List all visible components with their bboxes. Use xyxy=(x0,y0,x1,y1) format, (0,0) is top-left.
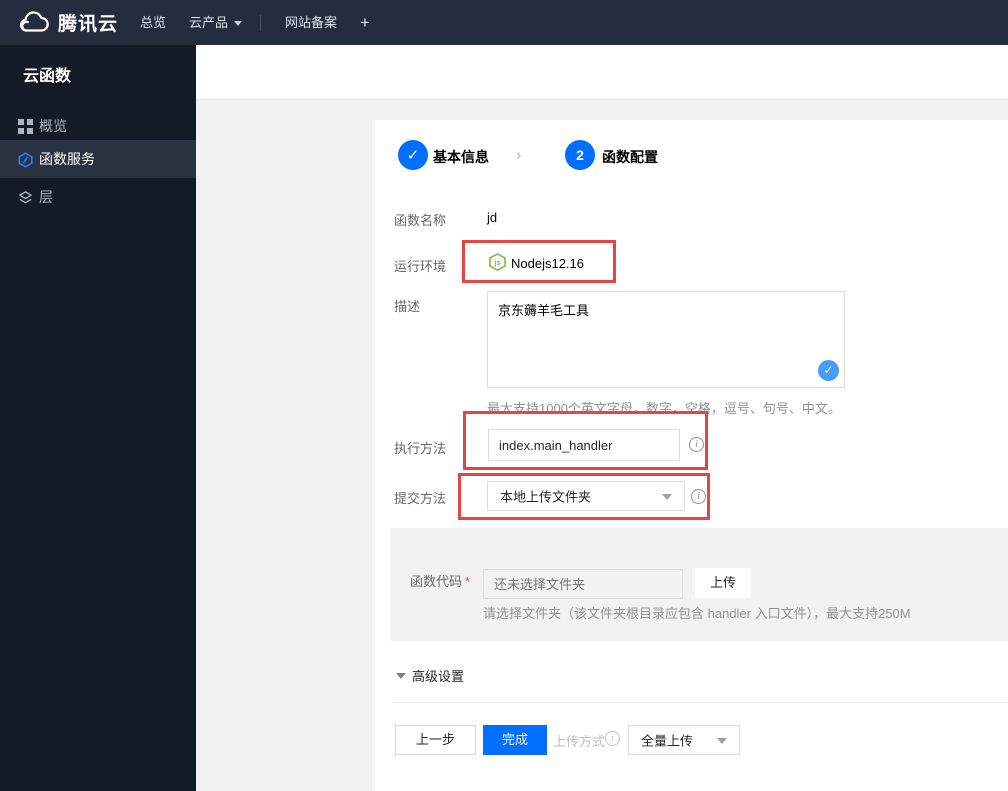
triangle-down-icon xyxy=(396,672,406,679)
function-code-label: 函数代码 * xyxy=(410,574,471,589)
svg-text:js: js xyxy=(493,258,500,267)
tencent-cloud-logo-icon xyxy=(19,10,49,32)
handler-input[interactable] xyxy=(488,429,680,461)
required-asterisk: * xyxy=(465,574,471,589)
upload-mode-value: 全量上传 xyxy=(641,733,694,749)
previous-step-button[interactable]: 上一步 xyxy=(395,725,476,755)
grid-icon xyxy=(18,118,33,134)
step2-number-badge: 2 xyxy=(565,140,595,170)
finish-button[interactable]: 完成 xyxy=(483,725,547,755)
top-navbar: 腾讯云 总览 云产品 网站备案 + xyxy=(0,0,1008,45)
nav-divider xyxy=(260,15,261,31)
layers-icon xyxy=(18,190,33,205)
handler-info-icon[interactable] xyxy=(689,437,704,452)
sidebar-item-label: 概览 xyxy=(39,118,67,134)
description-hint: 最大支持1000个英文字母，数字，空格，逗号、句号、中文。 xyxy=(487,401,841,416)
step2-label: 函数配置 xyxy=(602,149,658,165)
sidebar-title: 云函数 xyxy=(23,68,72,85)
nav-icp-record[interactable]: 网站备案 xyxy=(285,0,337,45)
nav-overview[interactable]: 总览 xyxy=(140,0,166,45)
scf-hexagon-icon xyxy=(18,151,33,168)
description-label: 描述 xyxy=(394,299,421,314)
brand-name: 腾讯云 xyxy=(58,14,119,35)
footer-divider xyxy=(393,702,1008,703)
nodejs-icon: js xyxy=(489,253,506,271)
runtime-label: 运行环境 xyxy=(394,259,447,274)
nav-add-button[interactable]: + xyxy=(360,0,370,45)
upload-mode-label: 上传方式 xyxy=(553,734,606,749)
sidebar-item-layers[interactable]: 层 xyxy=(0,178,196,216)
folder-path-input[interactable] xyxy=(483,569,683,599)
function-name-label: 函数名称 xyxy=(394,213,447,228)
submit-method-select[interactable]: 本地上传文件夹 xyxy=(487,481,685,511)
advanced-settings-toggle[interactable]: 高级设置 xyxy=(396,666,464,685)
chevron-down-icon xyxy=(234,21,243,27)
function-name-value: jd xyxy=(487,210,498,225)
upload-button[interactable]: 上传 xyxy=(695,568,751,598)
nav-cloud-products[interactable]: 云产品 xyxy=(189,0,243,45)
valid-check-icon xyxy=(818,360,839,381)
submit-method-value: 本地上传文件夹 xyxy=(500,489,592,505)
submit-method-label: 提交方法 xyxy=(394,491,447,506)
handler-label: 执行方法 xyxy=(394,441,447,456)
runtime-value: Nodejs12.16 xyxy=(511,256,584,271)
description-textarea[interactable]: 京东薅羊毛工具 xyxy=(487,291,845,388)
step1-done-check-icon xyxy=(398,140,428,170)
submit-method-info-icon[interactable] xyxy=(691,489,706,504)
description-value: 京东薅羊毛工具 xyxy=(498,303,590,318)
dropdown-arrow-icon xyxy=(717,738,727,744)
dropdown-arrow-icon xyxy=(662,494,672,500)
upload-mode-info-icon[interactable] xyxy=(605,731,620,746)
brand[interactable]: 腾讯云 xyxy=(14,0,118,45)
sidebar-item-label: 层 xyxy=(39,189,53,205)
sidebar-item-label: 函数服务 xyxy=(39,151,95,167)
form-card xyxy=(375,120,1008,791)
advanced-settings-label: 高级设置 xyxy=(412,669,465,684)
sidebar: 云函数 概览 函数服务 层 xyxy=(0,45,196,791)
page-header xyxy=(196,45,1008,100)
step-separator-chevron-icon xyxy=(516,145,522,165)
sidebar-item-function-service[interactable]: 函数服务 xyxy=(0,140,196,178)
step1-label: 基本信息 xyxy=(433,149,489,165)
upload-mode-select[interactable]: 全量上传 xyxy=(628,725,740,755)
function-code-hint: 请选择文件夹（该文件夹根目录应包含 handler 入口文件），最大支持250M xyxy=(483,606,911,621)
